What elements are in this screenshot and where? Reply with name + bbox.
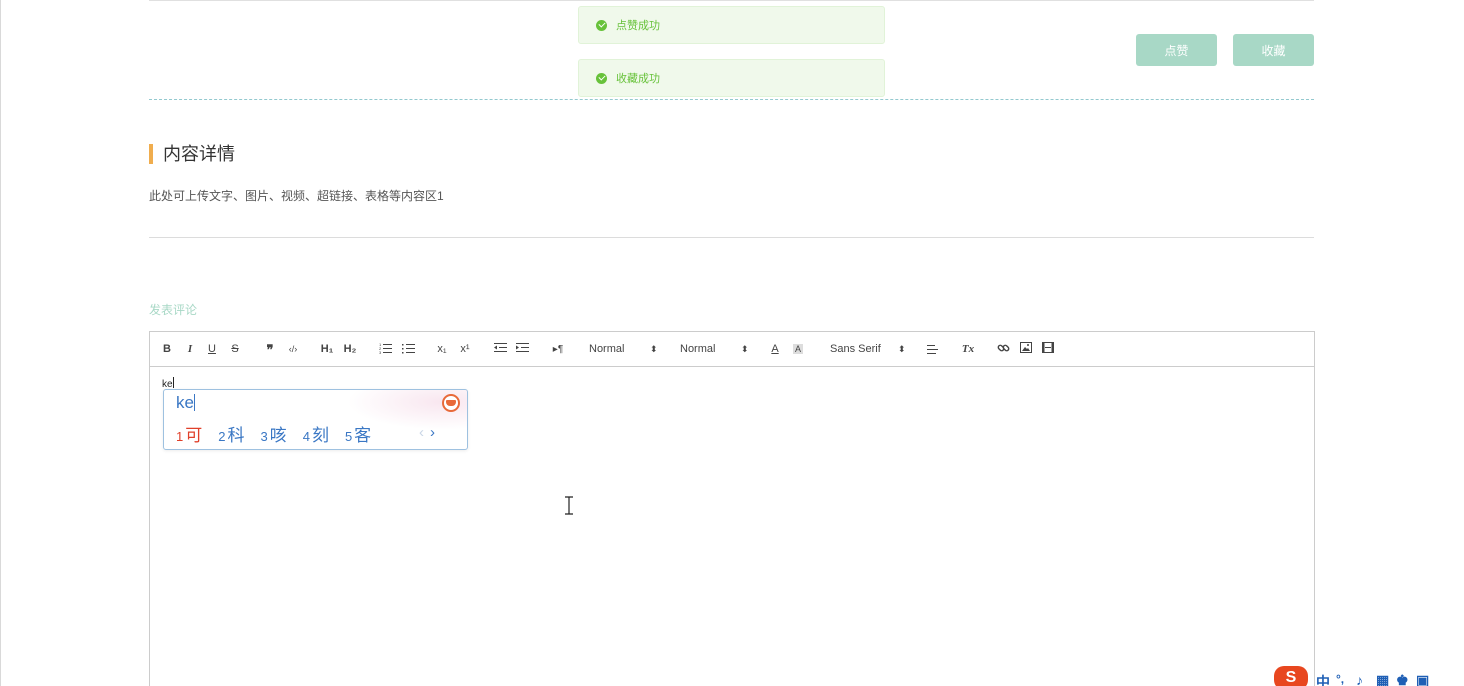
align-button[interactable] (927, 342, 939, 357)
dashed-divider (149, 99, 1314, 100)
bullet-list-icon (402, 344, 415, 354)
bold-button[interactable]: B (162, 342, 172, 357)
sogou-logo-icon[interactable]: S (1274, 666, 1308, 686)
text-direction-button[interactable]: ▸¶ (550, 342, 566, 357)
shirt-icon[interactable]: ♚ (1396, 672, 1409, 686)
indent-button[interactable] (516, 342, 530, 357)
keyboard-icon[interactable]: ▦ (1376, 672, 1389, 686)
like-success-toast: 点赞成功 (578, 6, 885, 44)
image-button[interactable] (1019, 342, 1033, 357)
ime-candidate[interactable]: 4刻 (303, 421, 329, 446)
toast-text: 点赞成功 (616, 20, 660, 32)
align-icon (927, 345, 938, 354)
video-button[interactable] (1041, 342, 1055, 357)
ime-candidate-list: 1可 2科 3咳 4刻 5客 (176, 421, 387, 446)
chevron-updown-icon: ⬍ (741, 344, 749, 354)
content-divider (149, 237, 1314, 238)
bullet-list-button[interactable] (402, 342, 416, 357)
ime-pager: ‹ › (419, 424, 435, 441)
ime-caret (193, 394, 195, 411)
blockquote-button[interactable]: ❞ (263, 342, 277, 357)
collect-success-toast: 收藏成功 (578, 59, 885, 97)
chevron-updown-icon: ⬍ (898, 344, 906, 354)
text-cursor-icon (565, 496, 573, 515)
header-1-button[interactable]: H₁ (319, 342, 335, 357)
link-icon (997, 344, 1009, 352)
header-picker-label: Normal (680, 343, 716, 355)
size-picker-label: Normal (589, 343, 625, 355)
subscript-button[interactable]: x₁ (435, 342, 449, 357)
ordered-list-icon: 1 2 3 (379, 342, 392, 355)
ime-candidate[interactable]: 3咳 (260, 421, 286, 446)
content-description: 此处可上传文字、图片、视频、超链接、表格等内容区1 (149, 189, 444, 203)
clean-format-button[interactable]: Tx (961, 342, 975, 357)
background-color-label: A (793, 344, 803, 354)
ime-mode-label[interactable]: 中 (1316, 672, 1330, 686)
text-caret (172, 377, 174, 388)
microphone-icon[interactable]: ♪ (1356, 672, 1363, 686)
link-button[interactable] (996, 342, 1010, 357)
ime-candidate[interactable]: 1可 (176, 421, 202, 446)
ime-next-page-icon[interactable]: › (430, 424, 435, 441)
superscript-button[interactable]: x¹ (458, 342, 472, 357)
page: 点赞成功 收藏成功 点赞 收藏 内容详情 此处可上传文字、图片、视频、超链接、表… (0, 0, 1464, 686)
header-picker[interactable]: Normal ⬍ (680, 342, 750, 357)
section-title: 内容详情 (149, 144, 235, 164)
editor-toolbar: B I U S ❞ ‹/› H₁ H₂ 1 2 3 x₁ x¹ ▸¶ Norma… (150, 332, 1314, 367)
svg-text:3: 3 (379, 350, 382, 354)
ime-prev-page-icon[interactable]: ‹ (419, 424, 424, 441)
ime-candidate[interactable]: 2科 (218, 421, 244, 446)
ime-composition-text: ke (176, 393, 194, 412)
like-button[interactable]: 点赞 (1136, 34, 1217, 66)
comment-label: 发表评论 (149, 303, 198, 317)
indent-icon (516, 343, 529, 352)
header-2-button[interactable]: H₂ (342, 342, 358, 357)
background-color-button[interactable]: A (792, 342, 804, 357)
strike-button[interactable]: S (230, 342, 240, 357)
image-icon (1020, 342, 1032, 353)
video-icon (1042, 342, 1054, 353)
rich-text-editor: B I U S ❞ ‹/› H₁ H₂ 1 2 3 x₁ x¹ ▸¶ Norma… (149, 331, 1315, 686)
font-color-button[interactable]: A (769, 342, 781, 357)
success-check-icon (596, 19, 607, 31)
toast-text: 收藏成功 (616, 73, 660, 85)
punctuation-icon[interactable]: °, (1336, 672, 1344, 686)
top-divider (149, 0, 1314, 1)
outdent-button[interactable] (494, 342, 508, 357)
font-picker[interactable]: Sans Serif ⬍ (830, 342, 910, 357)
ime-composition: ke (176, 393, 195, 413)
ime-candidate[interactable]: 5客 (345, 421, 371, 446)
italic-button[interactable]: I (185, 342, 195, 357)
font-picker-label: Sans Serif (830, 343, 881, 355)
ime-status-bar: S 中 °, ♪ ▦ ♚ ▣ (1274, 666, 1464, 686)
toolbox-icon[interactable]: ▣ (1416, 672, 1429, 686)
underline-button[interactable]: U (207, 342, 217, 357)
chevron-updown-icon: ⬍ (650, 344, 658, 354)
ime-candidate-window: ke 1可 2科 3咳 4刻 5客 ‹ › (163, 389, 468, 450)
outdent-icon (494, 343, 507, 352)
success-check-icon (596, 72, 607, 84)
collect-button[interactable]: 收藏 (1233, 34, 1314, 66)
ime-skin-icon[interactable] (442, 394, 460, 412)
ordered-list-button[interactable]: 1 2 3 (379, 342, 393, 357)
code-block-button[interactable]: ‹/› (286, 342, 300, 357)
size-picker[interactable]: Normal ⬍ (589, 342, 659, 357)
